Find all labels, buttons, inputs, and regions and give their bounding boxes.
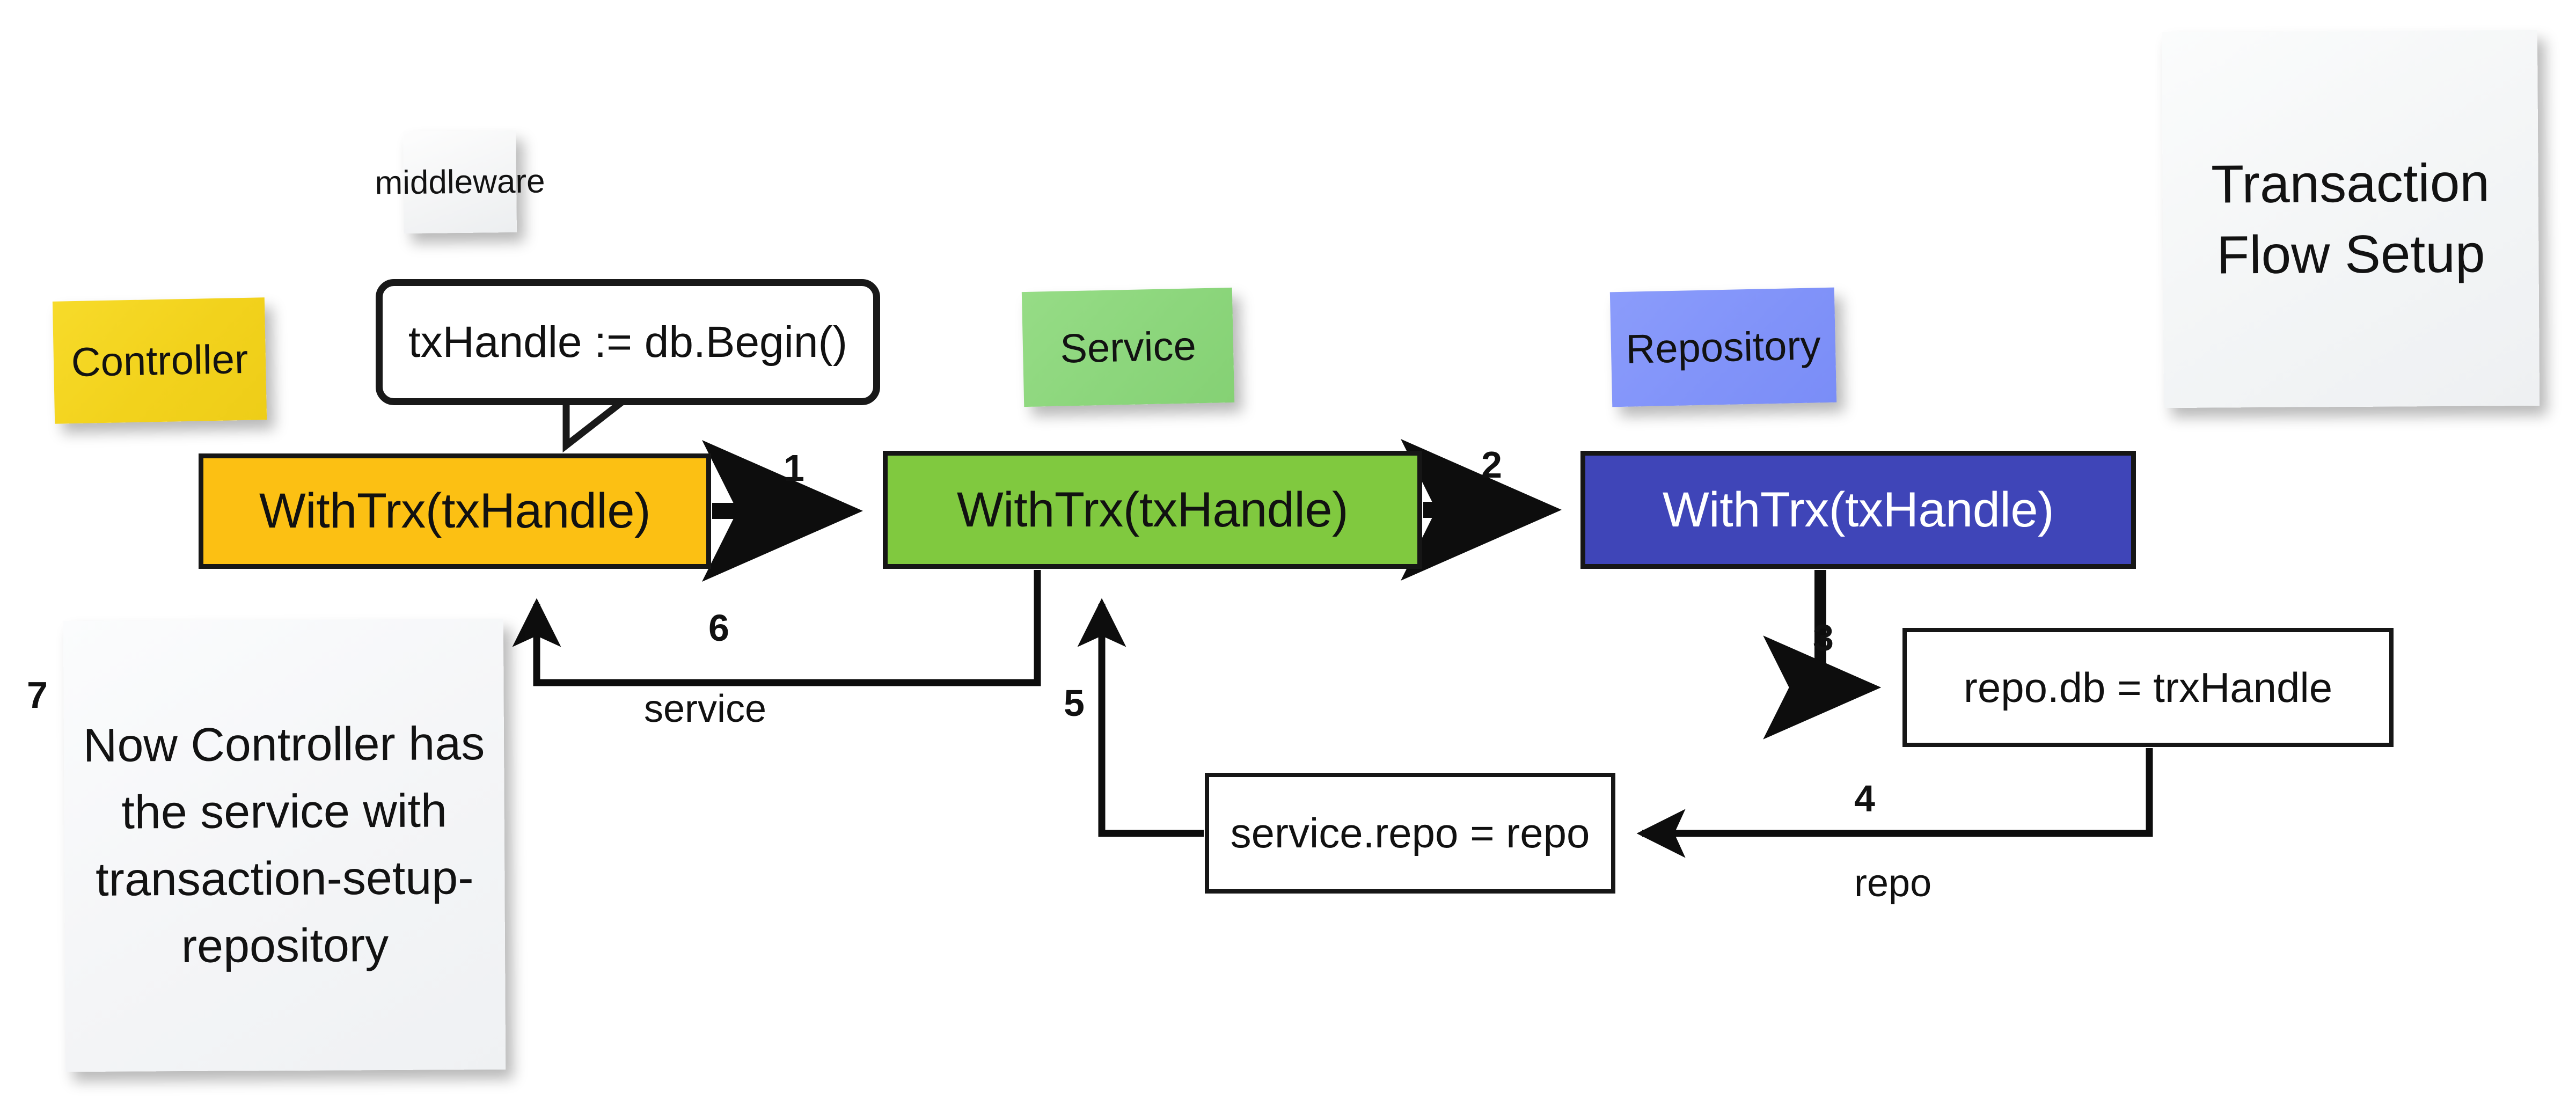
process-box-service[interactable]: WithTrx(txHandle) <box>883 451 1422 569</box>
edge-label-1: 1 <box>784 447 804 489</box>
edge-5-arrow <box>1077 598 1204 837</box>
process-box-service-label: WithTrx(txHandle) <box>956 482 1349 537</box>
edge-label-7: 7 <box>27 674 48 716</box>
edge-4-arrow <box>1636 748 2153 858</box>
assignment-box-service-repo-label: service.repo = repo <box>1230 809 1590 857</box>
process-box-repository[interactable]: WithTrx(txHandle) <box>1580 451 2136 569</box>
final-summary-note: Now Controller has the service with tran… <box>63 618 506 1072</box>
sticky-note-service[interactable]: Service <box>1021 287 1235 407</box>
process-box-repository-label: WithTrx(txHandle) <box>1662 482 2054 537</box>
title-note-line-1: Transaction <box>2211 152 2490 215</box>
final-summary-note-text: Now Controller has the service with tran… <box>83 716 485 972</box>
assignment-box-service-repo[interactable]: service.repo = repo <box>1205 773 1615 894</box>
edge-label-3: 3 <box>1813 617 1834 658</box>
edge-6-arrow <box>512 570 1041 686</box>
sticky-note-service-label: Service <box>1059 323 1197 372</box>
edge-label-4: 4 <box>1854 778 1875 819</box>
callout-bubble-text: txHandle := db.Begin() <box>408 317 848 367</box>
process-box-controller-label: WithTrx(txHandle) <box>259 484 651 538</box>
process-box-controller[interactable]: WithTrx(txHandle) <box>199 453 711 569</box>
edge-label-repo: repo <box>1854 862 1932 905</box>
edge-label-service: service <box>644 687 767 730</box>
edge-label-6: 6 <box>708 607 729 649</box>
assignment-box-repo-db[interactable]: repo.db = trxHandle <box>1902 628 2394 747</box>
title-note: Transaction Flow Setup <box>2161 30 2540 408</box>
sticky-note-controller[interactable]: Controller <box>52 297 267 424</box>
edge-label-5: 5 <box>1064 682 1085 724</box>
sticky-note-repository-label: Repository <box>1625 322 1821 372</box>
sticky-note-middleware-label: middleware <box>375 162 545 202</box>
sticky-note-repository[interactable]: Repository <box>1609 287 1837 407</box>
sticky-note-controller-label: Controller <box>70 336 249 385</box>
diagram-canvas: Controller middleware Service Repository… <box>0 0 2576 1120</box>
callout-bubble: txHandle := db.Begin() <box>376 279 880 405</box>
sticky-note-middleware[interactable]: middleware <box>375 130 545 234</box>
edge-label-2: 2 <box>1481 444 1502 486</box>
title-note-line-2: Flow Setup <box>2216 223 2485 286</box>
assignment-box-repo-db-label: repo.db = trxHandle <box>1963 663 2333 711</box>
